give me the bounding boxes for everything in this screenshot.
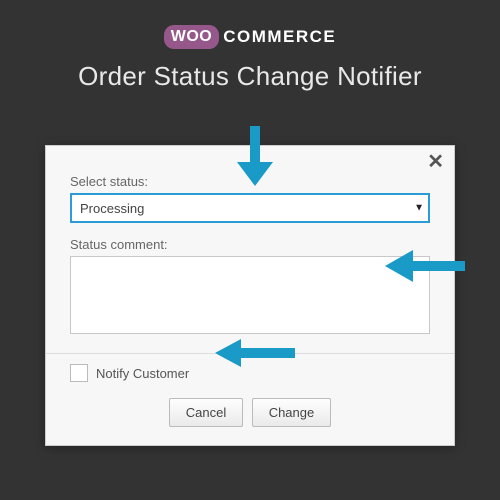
notify-customer-label: Notify Customer — [96, 366, 189, 381]
close-icon[interactable]: ✕ — [427, 152, 444, 172]
arrow-icon-left-notify — [215, 337, 295, 369]
logo-text: COMMERCE — [223, 27, 336, 47]
status-change-dialog: ✕ Select status: Processing ▼ Status com… — [45, 145, 455, 446]
cancel-button[interactable]: Cancel — [169, 398, 243, 427]
status-comment-label: Status comment: — [70, 237, 430, 252]
woocommerce-logo: WOO COMMERCE — [164, 25, 337, 49]
status-comment-input[interactable] — [70, 256, 430, 334]
logo-badge: WOO — [164, 25, 220, 49]
arrow-icon-left-comment — [385, 248, 465, 284]
arrow-icon-down — [235, 126, 275, 186]
status-select[interactable]: Processing — [70, 193, 430, 223]
change-button[interactable]: Change — [252, 398, 332, 427]
notify-customer-checkbox[interactable] — [70, 364, 88, 382]
page-title: Order Status Change Notifier — [0, 61, 500, 92]
